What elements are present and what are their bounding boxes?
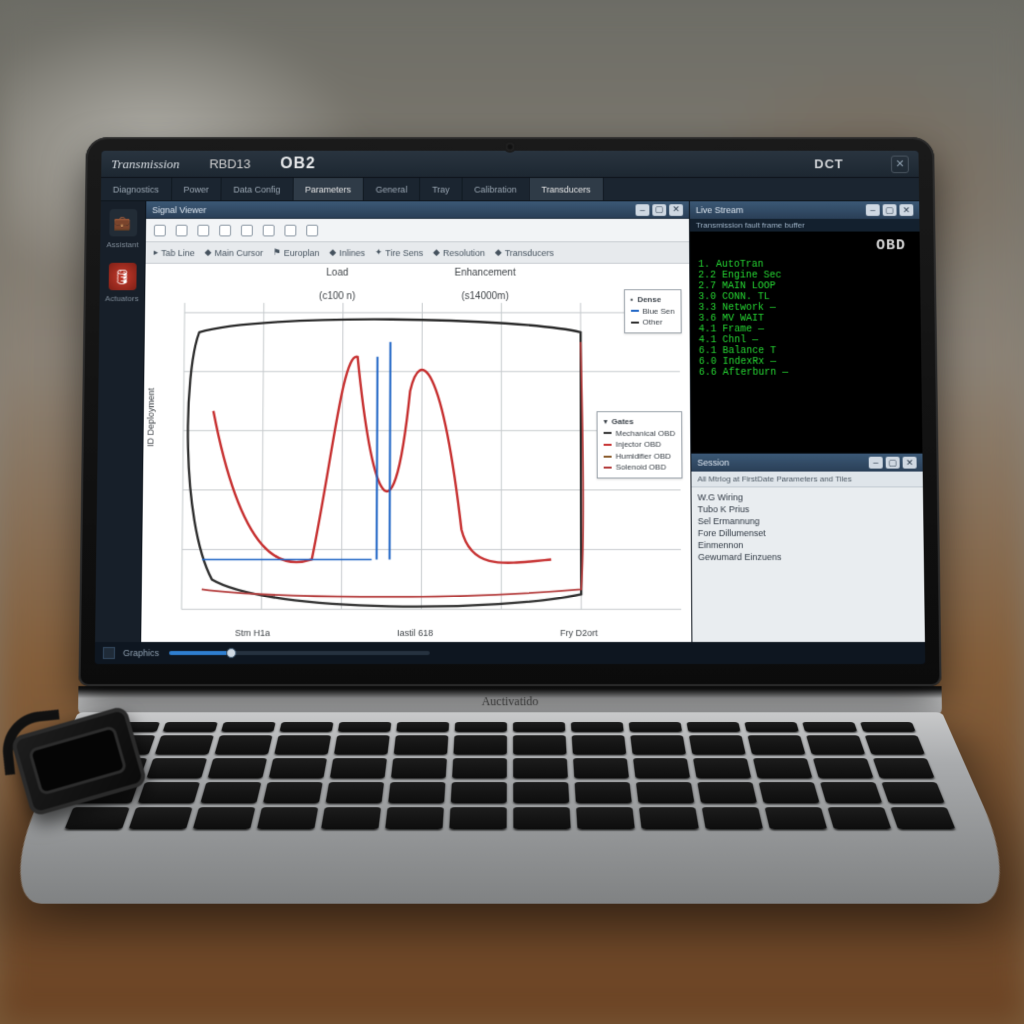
maximize-icon[interactable]: ▢ [886, 457, 900, 469]
maximize-icon[interactable]: ▢ [883, 204, 897, 216]
header-code: RBD13 [209, 157, 251, 172]
terminal-line: 2.7 MAIN LOOP [698, 281, 912, 292]
toolbar-item[interactable]: ◆ Resolution [433, 247, 485, 258]
chart-surface[interactable]: Load (c100 n) Enhancement (s14000m) ID D… [141, 264, 691, 642]
chart-window-titlebar: Signal Viewer – ▢ ✕ [146, 201, 689, 219]
list-item[interactable]: Sel Ermannung [698, 515, 918, 527]
tab-diagnostics[interactable]: Diagnostics [101, 178, 172, 200]
toolbar-icon[interactable] [197, 224, 209, 236]
minimize-icon[interactable]: – [866, 204, 880, 216]
list-item[interactable]: Gewumard Einzuens [698, 551, 918, 563]
toolbar-icon[interactable] [263, 224, 275, 236]
header-ribbon: Transmission RBD13 OB2 DCT ✕ [101, 151, 919, 178]
obd-terminal[interactable]: OBD 1. AutoTran 2.2 Engine Sec 2.7 MAIN … [690, 232, 922, 453]
terminal-line: 1. AutoTran [698, 260, 912, 271]
close-icon[interactable]: ✕ [899, 204, 913, 216]
briefcase-icon[interactable]: 💼 [109, 209, 137, 236]
left-sidebar: 💼 Assistant 🛢 Actuators [95, 201, 146, 642]
toolbar-item[interactable]: ✦ Tire Sens [375, 247, 423, 258]
terminal-titlebar: Live Stream – ▢ ✕ [690, 201, 920, 219]
session-title: Session [697, 458, 729, 468]
application-screen: Transmission RBD13 OB2 DCT ✕ Diagnostics… [95, 151, 925, 664]
session-subtitle: All Mtrlog at FirstDate Parameters and T… [691, 472, 922, 488]
toolbar-item[interactable]: ▸ Tab Line [154, 247, 195, 258]
toolbar-item[interactable]: ⚑ Europlan [273, 247, 320, 258]
maximize-icon[interactable]: ▢ [652, 204, 666, 216]
engine-icon[interactable]: 🛢 [108, 263, 136, 290]
sidebar-item-label: Assistant [106, 240, 138, 249]
tab-parameters[interactable]: Parameters [293, 178, 364, 200]
brand-far: DCT [814, 157, 843, 172]
list-item[interactable]: Einmennon [698, 539, 918, 551]
toolbar-icon[interactable] [219, 224, 231, 236]
status-footer: Graphics [95, 642, 925, 664]
keyboard [64, 722, 955, 829]
list-item[interactable]: Fore Dillumenset [698, 527, 918, 539]
minimize-icon[interactable]: – [636, 204, 650, 216]
terminal-line: 6.0 IndexRx — [699, 357, 914, 368]
webcam [506, 143, 514, 151]
tab-general[interactable]: General [364, 178, 420, 200]
brand-mid: OB2 [280, 155, 316, 172]
chart-legend-b: ▾ Gates Mechanical OBD Injector OBD Humi… [597, 411, 683, 478]
terminal-line: 4.1 Frame — [699, 325, 913, 336]
x-axis-ticks: Stm H1a Iastil 618 Fry D2ort [141, 628, 691, 638]
terminal-line: 6.1 Balance T [699, 346, 914, 357]
terminal-line: 3.0 CONN. TL [698, 292, 912, 303]
footer-label: Graphics [123, 648, 159, 658]
toolbar-icon[interactable] [154, 224, 166, 236]
toolbar-item[interactable]: ◆ Inlines [329, 247, 365, 258]
terminal-line: 4.1 Chnl — [699, 335, 914, 346]
terminal-line: 6.6 Afterburn — [699, 368, 914, 379]
tab-calibration[interactable]: Calibration [462, 178, 529, 200]
chart-legend-a: ▪Dense Blue Sen Other [624, 289, 682, 333]
toolbar-icon[interactable] [241, 224, 253, 236]
chart-window: Signal Viewer – ▢ ✕ [141, 201, 692, 642]
timeline-slider[interactable] [169, 651, 430, 655]
toolbar-item[interactable]: ◆ Main Cursor [205, 247, 263, 258]
tab-power[interactable]: Power [172, 178, 222, 200]
chart-toolbar-icons [146, 219, 689, 242]
app-name: Transmission [111, 156, 180, 172]
close-icon[interactable]: ✕ [891, 155, 909, 172]
close-icon[interactable]: ✕ [903, 457, 917, 469]
minimize-icon[interactable]: – [869, 457, 883, 469]
tab-data-config[interactable]: Data Config [221, 178, 293, 200]
toolbar-icon[interactable] [284, 224, 296, 236]
slider-thumb[interactable] [226, 648, 236, 658]
tab-strip: Diagnostics Power Data Config Parameters… [101, 178, 919, 201]
toolbar-item[interactable]: ◆ Transducers [495, 247, 554, 258]
tab-transducers[interactable]: Transducers [530, 178, 604, 200]
close-icon[interactable]: ✕ [669, 204, 683, 216]
terminal-line: 3.3 Network — [698, 303, 912, 314]
chart-window-title: Signal Viewer [152, 205, 206, 215]
footer-icon[interactable] [103, 647, 115, 659]
toolbar-icon[interactable] [176, 224, 188, 236]
session-list[interactable]: W.G Wiring Tubo K Prius Sel Ermannung Fo… [692, 487, 925, 642]
terminal-line: 2.2 Engine Sec [698, 271, 912, 282]
list-item[interactable]: Tubo K Prius [698, 503, 918, 515]
laptop: Transmission RBD13 OB2 DCT ✕ Diagnostics… [74, 137, 946, 1017]
terminal-header: OBD [698, 237, 906, 254]
sidebar-item-label: Actuators [105, 294, 139, 303]
terminal-line: 3.6 MV WAIT [698, 314, 912, 325]
chart-toolbar-tabs: ▸ Tab Line ◆ Main Cursor ⚑ Europlan ◆ In… [146, 242, 690, 264]
tab-tray[interactable]: Tray [420, 178, 462, 200]
laptop-logo: Auctivatido [482, 694, 539, 709]
terminal-subtitle: Transmission fault frame buffer [690, 219, 920, 232]
toolbar-icon[interactable] [306, 224, 318, 236]
session-panel: Session – ▢ ✕ All Mtrlog at FirstDate Pa… [691, 453, 925, 642]
list-item[interactable]: W.G Wiring [698, 491, 918, 503]
right-column: Live Stream – ▢ ✕ Transmission fault fra… [690, 201, 925, 642]
